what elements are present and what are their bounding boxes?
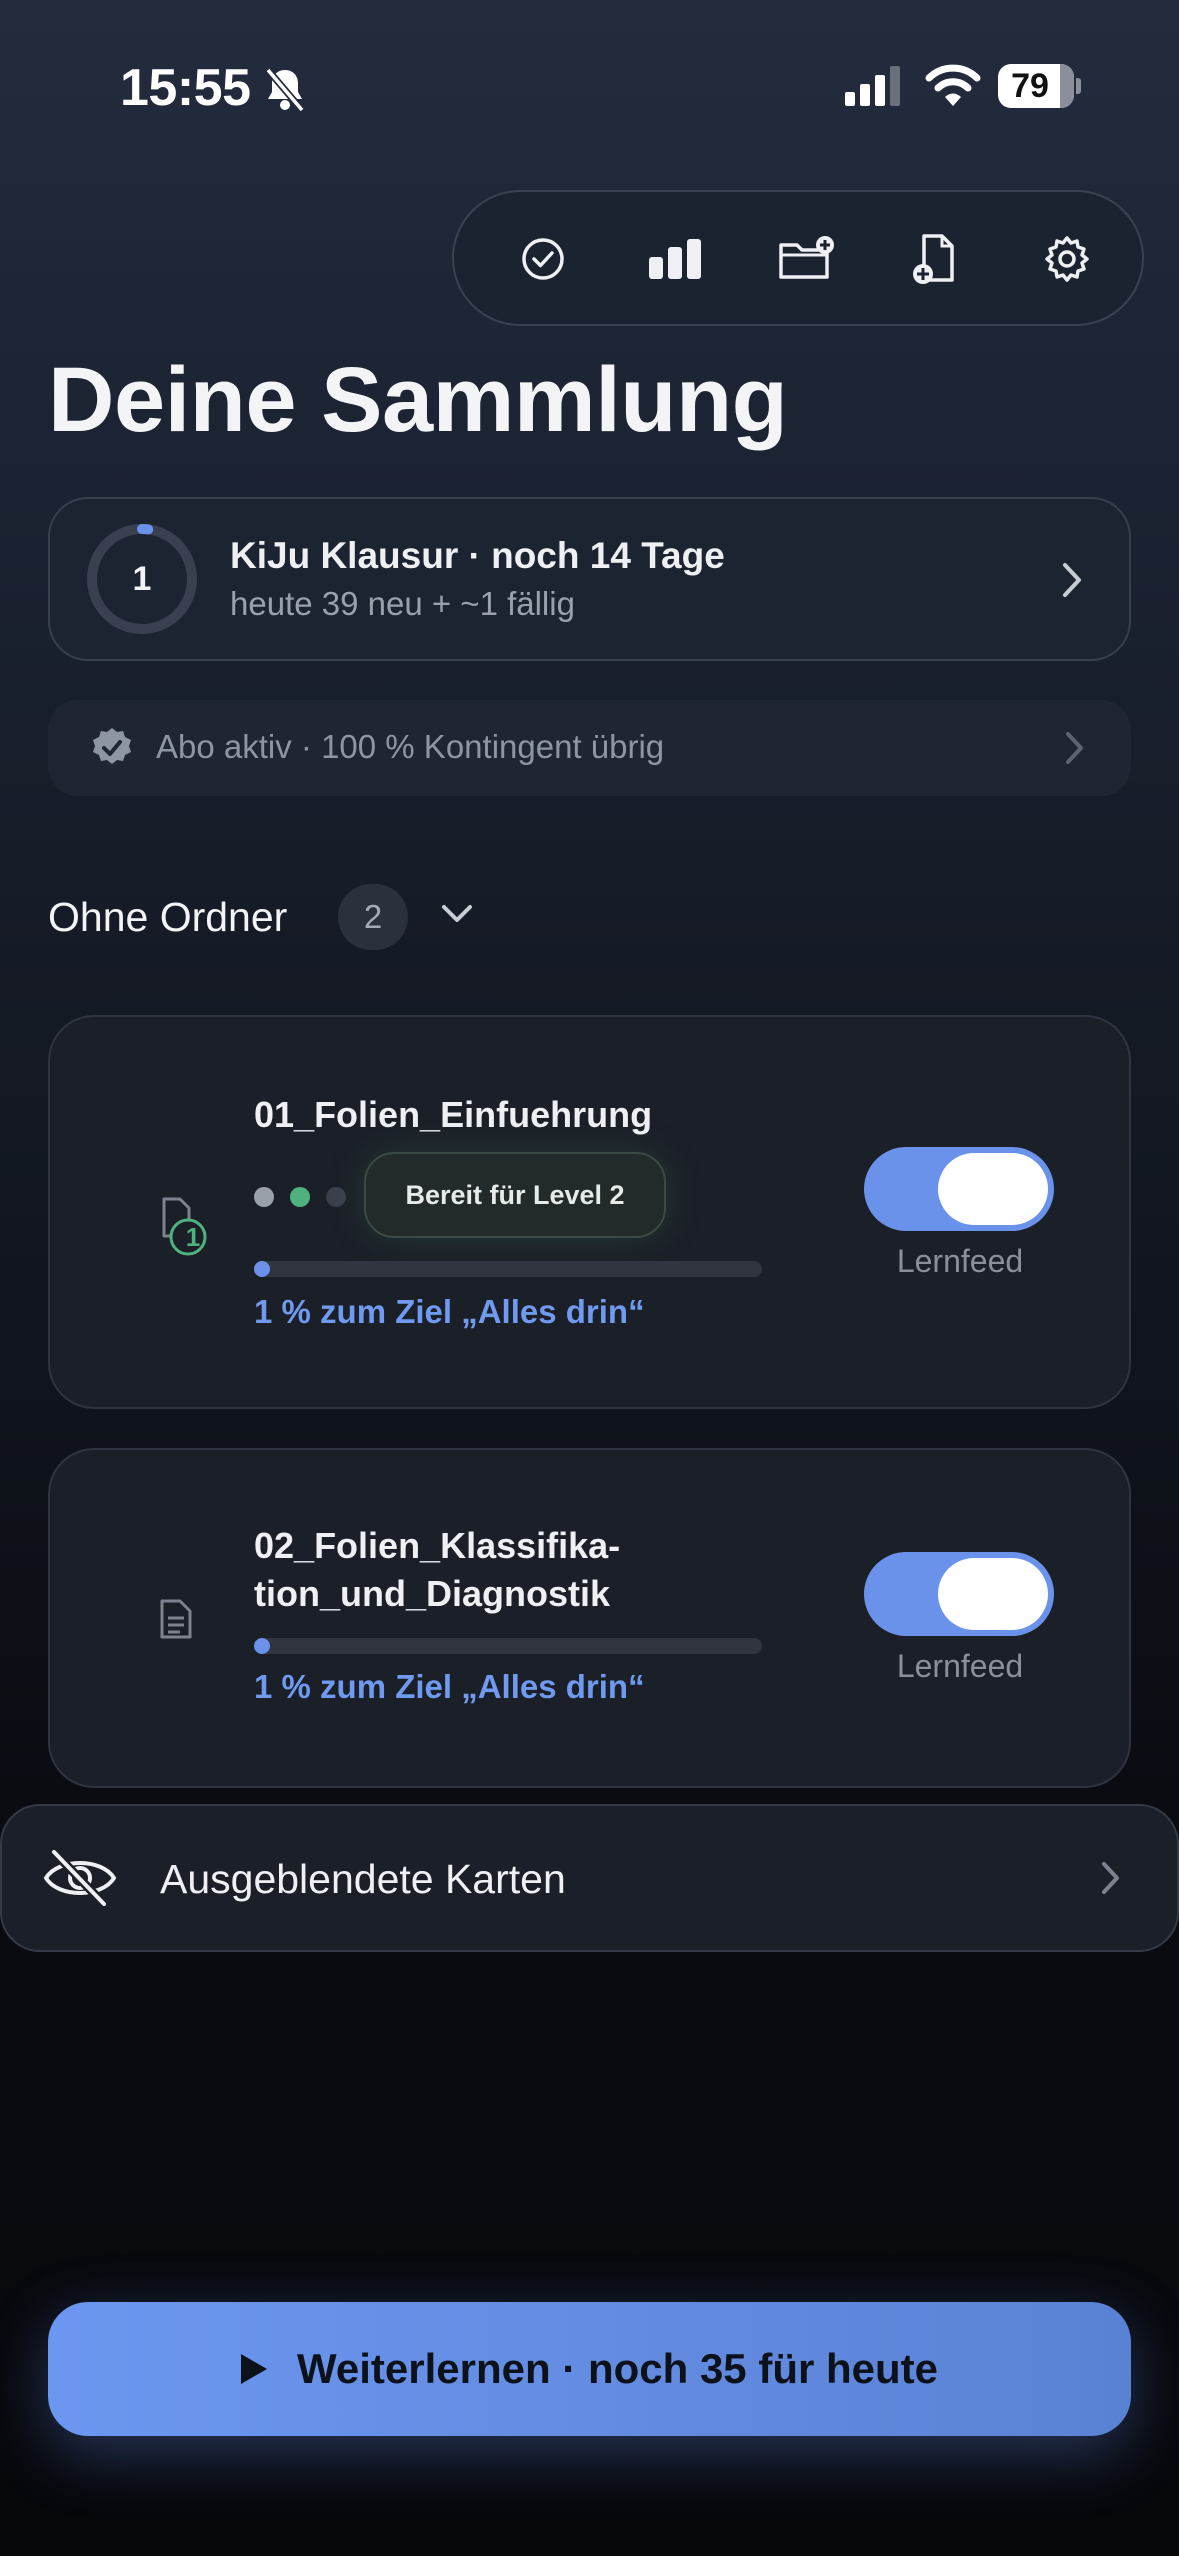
document-name-line-2: tion_und_Diagnostik [254,1573,611,1614]
check-circle-icon[interactable] [510,226,576,292]
chevron-down-icon[interactable] [440,902,474,931]
hidden-cards-label: Ausgeblendete Karten [160,1856,566,1902]
progress-bar [254,1261,762,1277]
toggle-label: Lernfeed [896,1648,1024,1684]
gear-icon[interactable] [1034,226,1100,292]
file-add-icon[interactable] [902,226,968,292]
progress-bar [254,1638,762,1654]
toggle-label: Lernfeed [896,1243,1024,1279]
section-title[interactable]: Ohne Ordner [48,894,287,941]
exam-subtitle: heute 39 neu + ~1 fällig [230,585,575,622]
wifi-icon [925,64,981,113]
level-ready-chip[interactable]: Bereit für Level 2 [364,1152,666,1238]
folder-add-icon[interactable] [774,226,840,292]
document-name: 01_Folien_Einfuehrung [254,1094,653,1135]
progress-label: 1 % zum Ziel „Alles drin“ [254,1668,645,1705]
document-icon [158,1598,194,1645]
continue-learning-label: Weiterlernen · noch 35 für heute [296,2345,938,2392]
document-card[interactable]: 1 01_Folien_Einfuehrung Bereit für Level… [48,1015,1131,1409]
document-badge-count: 1 [185,1222,201,1252]
hidden-cards-row[interactable]: Ausgeblendete Karten [0,1804,1179,1952]
level-dot-1 [254,1187,274,1207]
chevron-right-icon [1064,730,1086,771]
eye-slash-icon [42,1846,118,1915]
page-title: Deine Sammlung [48,349,788,451]
exam-title: KiJu Klausur · noch 14 Tage [230,535,725,576]
subscription-row[interactable]: Abo aktiv · 100 % Kontingent übrig [48,700,1131,796]
bell-slash-icon [262,64,308,119]
chevron-right-icon [1100,1860,1122,1901]
lernfeed-toggle[interactable] [864,1552,1054,1636]
document-name-line-1: 02_Folien_Klassifika- [254,1525,621,1566]
section-count-badge: 2 [338,884,408,950]
document-card[interactable]: 02_Folien_Klassifika- tion_und_Diagnosti… [48,1448,1131,1788]
level-dot-2 [290,1187,310,1207]
exam-ring-number: 1 [132,560,152,598]
play-icon [240,2354,267,2384]
battery-icon: 79 [998,64,1081,108]
bar-chart-icon[interactable] [642,226,708,292]
verified-badge-icon [90,726,134,775]
level-dot-3 [326,1187,346,1207]
continue-learning-button[interactable]: Weiterlernen · noch 35 für heute [48,2302,1131,2436]
cellular-signal-icon [845,66,905,113]
exam-progress-ring: 1 [84,521,200,637]
progress-label: 1 % zum Ziel „Alles drin“ [254,1293,645,1330]
battery-level: 79 [1011,67,1049,105]
lernfeed-toggle[interactable] [864,1147,1054,1231]
subscription-text: Abo aktiv · 100 % Kontingent übrig [156,728,665,765]
toolbar [452,190,1144,326]
chevron-right-icon [1060,561,1084,604]
exam-card[interactable]: 1 KiJu Klausur · noch 14 Tage heute 39 n… [48,497,1131,661]
status-time: 15:55 [120,59,251,117]
